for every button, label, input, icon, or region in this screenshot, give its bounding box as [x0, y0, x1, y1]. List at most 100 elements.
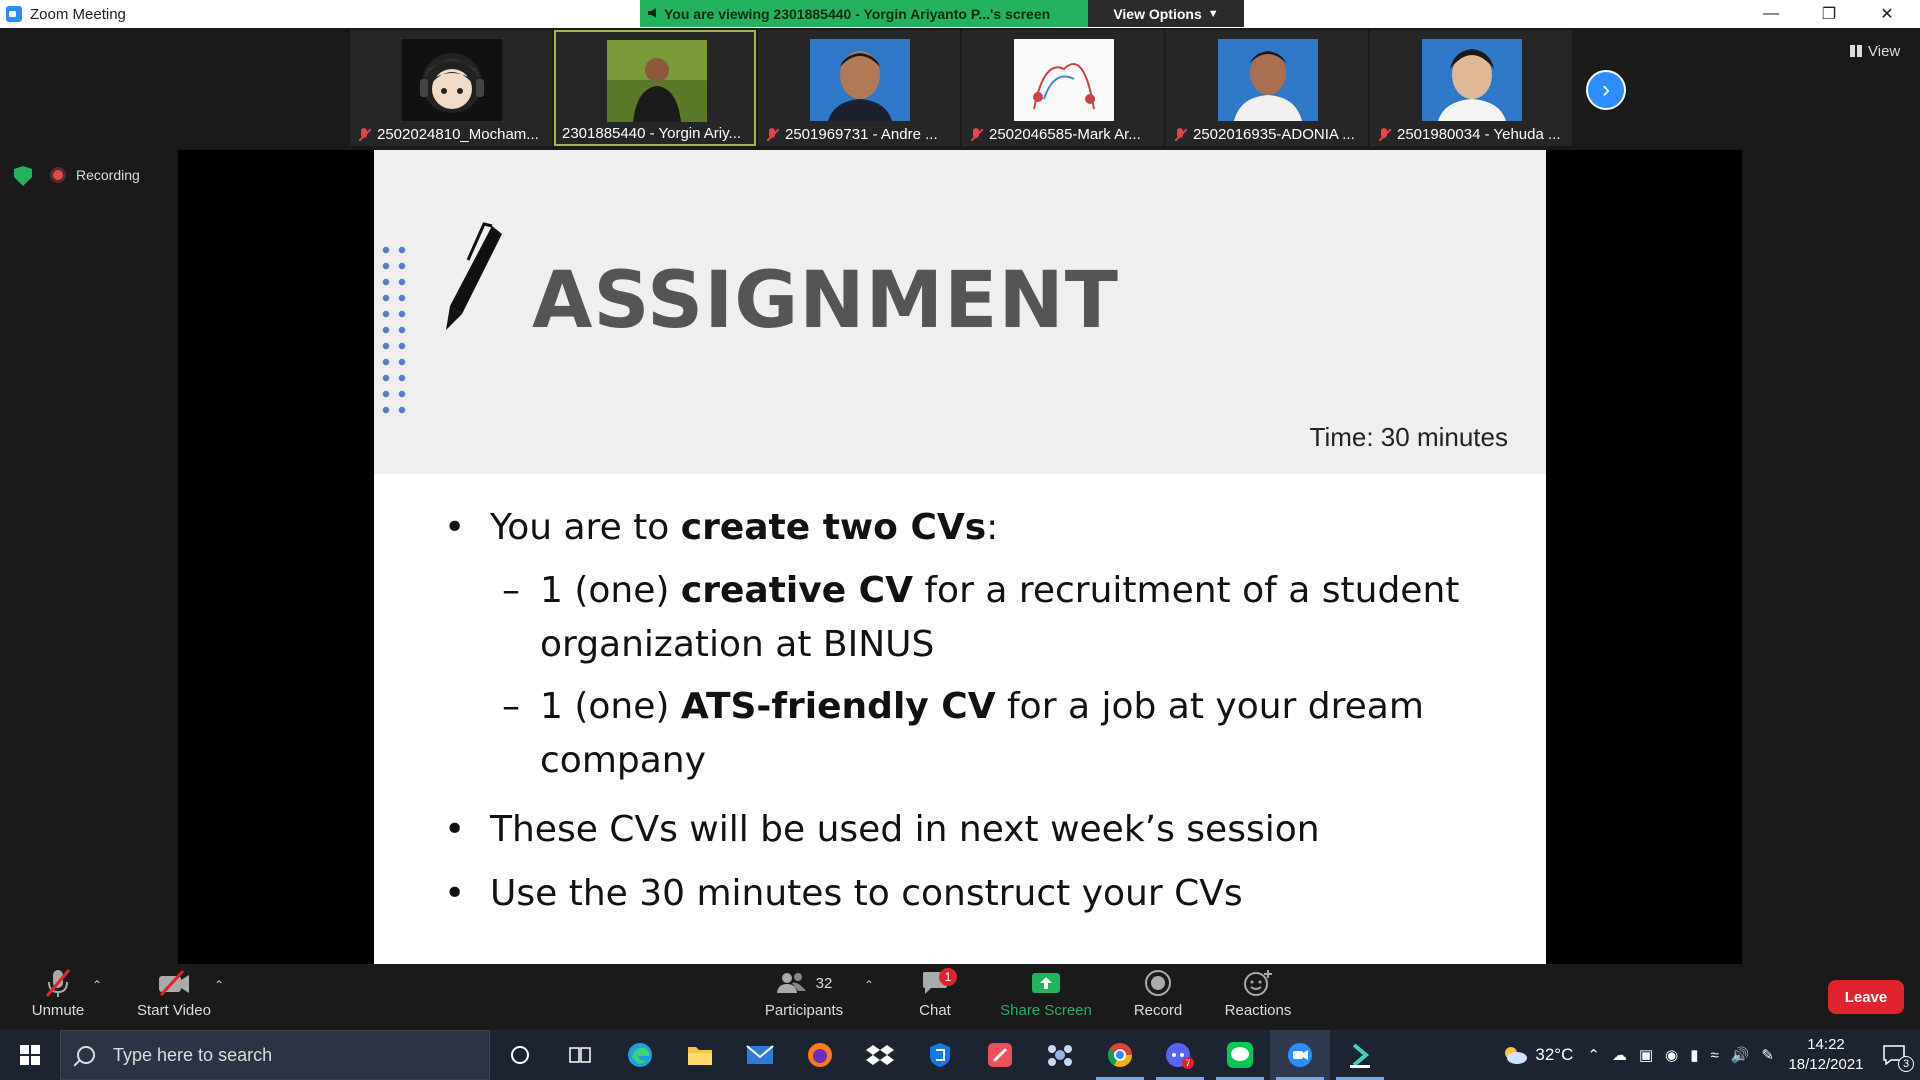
- chat-button[interactable]: 1 Chat: [910, 964, 960, 1030]
- restore-button[interactable]: ❐: [1800, 0, 1858, 28]
- view-button[interactable]: View: [1840, 38, 1910, 64]
- speaker-icon: [648, 8, 656, 18]
- start-video-button[interactable]: Start Video: [130, 964, 218, 1030]
- volume-icon[interactable]: 🔊: [1731, 1046, 1750, 1064]
- next-page-button[interactable]: ›: [1586, 70, 1626, 110]
- taskbar-app-red[interactable]: [970, 1030, 1030, 1080]
- recording-indicator: Recording: [50, 162, 140, 188]
- minimize-button[interactable]: —: [1742, 0, 1800, 28]
- participant-tile[interactable]: 2502046585-Mark Ar...: [962, 30, 1164, 146]
- video-off-icon: [159, 970, 189, 996]
- person-photo-icon: [607, 40, 707, 122]
- taskbar-search-box[interactable]: Type here to search: [60, 1030, 490, 1080]
- system-tray: 32°C ⌃ ☁ ▣ ◉ ▮ ≈ 🔊 ✎ 14:22 18/12/2021 3: [1501, 1030, 1920, 1080]
- mic-muted-icon: [1173, 127, 1187, 142]
- reactions-label: Reactions: [1224, 1002, 1292, 1019]
- folder-icon: [688, 1047, 712, 1065]
- zoom-icon: [1288, 1043, 1312, 1067]
- weather-cloud-icon[interactable]: [1501, 1044, 1529, 1066]
- notifications-button[interactable]: 3: [1868, 1030, 1920, 1080]
- taskbar-dropbox[interactable]: [850, 1030, 910, 1080]
- slide-title: ASSIGNMENT: [532, 256, 1119, 346]
- slide-time: Time: 30 minutes: [1309, 422, 1508, 452]
- taskbar-mail[interactable]: [730, 1030, 790, 1080]
- taskbar-firefox[interactable]: [790, 1030, 850, 1080]
- temperature: 32°C: [1535, 1045, 1574, 1064]
- task-view-button[interactable]: [550, 1030, 610, 1080]
- person-photo-icon: [810, 39, 910, 121]
- chat-unread-badge: 1: [939, 968, 957, 986]
- taskbar-discord[interactable]: 7: [1150, 1030, 1210, 1080]
- viewing-text: You are viewing 2301885440 - Yorgin Ariy…: [664, 5, 1051, 22]
- participants-options-caret[interactable]: ⌃: [864, 978, 874, 992]
- clock-time: 14:22: [1807, 1036, 1845, 1053]
- mic-muted-icon: [1377, 127, 1391, 142]
- bullet-item: Use the 30 minutes to construct your CVs: [444, 866, 1524, 922]
- mic-muted-icon: [357, 127, 371, 142]
- zoom-app-icon: [6, 6, 22, 22]
- participant-name: 2501980034 - Yehuda ...: [1371, 126, 1571, 143]
- participant-name: 2502046585-Mark Ar...: [963, 126, 1163, 143]
- taskbar-edge[interactable]: [610, 1030, 670, 1080]
- meet-now-icon[interactable]: ▣: [1639, 1046, 1653, 1064]
- leave-button[interactable]: Leave: [1828, 980, 1904, 1014]
- taskbar-zoom[interactable]: [1270, 1030, 1330, 1080]
- start-button[interactable]: [0, 1030, 60, 1080]
- game-app-icon: [1048, 1045, 1072, 1066]
- firefox-icon: [808, 1043, 832, 1067]
- chevron-up-icon[interactable]: ⌃: [1587, 1046, 1600, 1064]
- start-video-label: Start Video: [137, 1002, 211, 1019]
- pen-workspace-icon[interactable]: ✎: [1761, 1046, 1774, 1064]
- reactions-icon: [1244, 970, 1272, 996]
- participant-tile[interactable]: 2502024810_Mocham...: [350, 30, 552, 146]
- decorative-dots: [378, 242, 408, 418]
- security-shield-icon[interactable]: [14, 166, 32, 186]
- share-screen-button[interactable]: Share Screen: [996, 964, 1096, 1030]
- task-view-icon: [569, 1047, 591, 1063]
- window-title: Zoom Meeting: [30, 5, 126, 23]
- line-app-icon: [1227, 1042, 1253, 1068]
- participants-button[interactable]: 32 Participants: [756, 964, 852, 1030]
- taskbar-chrome[interactable]: [1090, 1030, 1150, 1080]
- taskbar-app-blue[interactable]: [910, 1030, 970, 1080]
- taskbar-line[interactable]: [1210, 1030, 1270, 1080]
- taskbar-app-download[interactable]: [1330, 1030, 1390, 1080]
- pen-app-icon: [988, 1043, 1012, 1067]
- taskbar-app-game[interactable]: [1030, 1030, 1090, 1080]
- record-button[interactable]: Record: [1128, 964, 1188, 1030]
- close-button[interactable]: ✕: [1858, 0, 1916, 28]
- share-screen-icon: [1032, 973, 1060, 993]
- slide-bullets: You are to create two CVs: 1 (one) creat…: [444, 500, 1524, 922]
- mail-icon: [746, 1045, 774, 1064]
- participants-count: 32: [815, 974, 833, 992]
- participant-name: 2502016935-ADONIA ...: [1167, 126, 1367, 143]
- cortana-button[interactable]: [490, 1030, 550, 1080]
- unmute-button[interactable]: Unmute: [26, 964, 90, 1030]
- screen-share-banner: You are viewing 2301885440 - Yorgin Ariy…: [640, 0, 1244, 27]
- taskbar-file-explorer[interactable]: [670, 1030, 730, 1080]
- participant-tile[interactable]: 2501969731 - Andre ...: [758, 30, 960, 146]
- battery-icon[interactable]: ▮: [1690, 1046, 1698, 1064]
- slide-header: ASSIGNMENT Time: 30 minutes: [374, 150, 1546, 474]
- participant-tile[interactable]: 2502016935-ADONIA ...: [1166, 30, 1368, 146]
- mic-muted-icon: [765, 127, 779, 142]
- bullet-item: You are to create two CVs:: [444, 500, 1524, 556]
- reactions-button[interactable]: Reactions: [1222, 964, 1294, 1030]
- view-options-button[interactable]: View Options ▼: [1088, 0, 1244, 27]
- participant-tile[interactable]: 2501980034 - Yehuda ...: [1370, 30, 1572, 146]
- onedrive-icon[interactable]: ☁: [1612, 1046, 1627, 1064]
- microphone-icon[interactable]: ◉: [1665, 1046, 1678, 1064]
- taskbar-clock[interactable]: 14:22 18/12/2021: [1784, 1035, 1868, 1075]
- discord-icon: 7: [1166, 1043, 1194, 1069]
- participant-name: 2301885440 - Yorgin Ariy...: [562, 125, 742, 142]
- view-options-label: View Options: [1113, 5, 1202, 22]
- participant-tile[interactable]: 2301885440 - Yorgin Ariy...: [554, 30, 756, 146]
- anime-avatar-icon: [402, 39, 502, 121]
- participants-icon: [776, 973, 806, 993]
- cortana-icon: [511, 1046, 529, 1064]
- audio-options-caret[interactable]: ⌃: [92, 978, 102, 992]
- record-label: Record: [1133, 1002, 1183, 1019]
- recording-label: Recording: [76, 167, 140, 183]
- wifi-icon[interactable]: ≈: [1711, 1047, 1719, 1064]
- video-options-caret[interactable]: ⌃: [214, 978, 224, 992]
